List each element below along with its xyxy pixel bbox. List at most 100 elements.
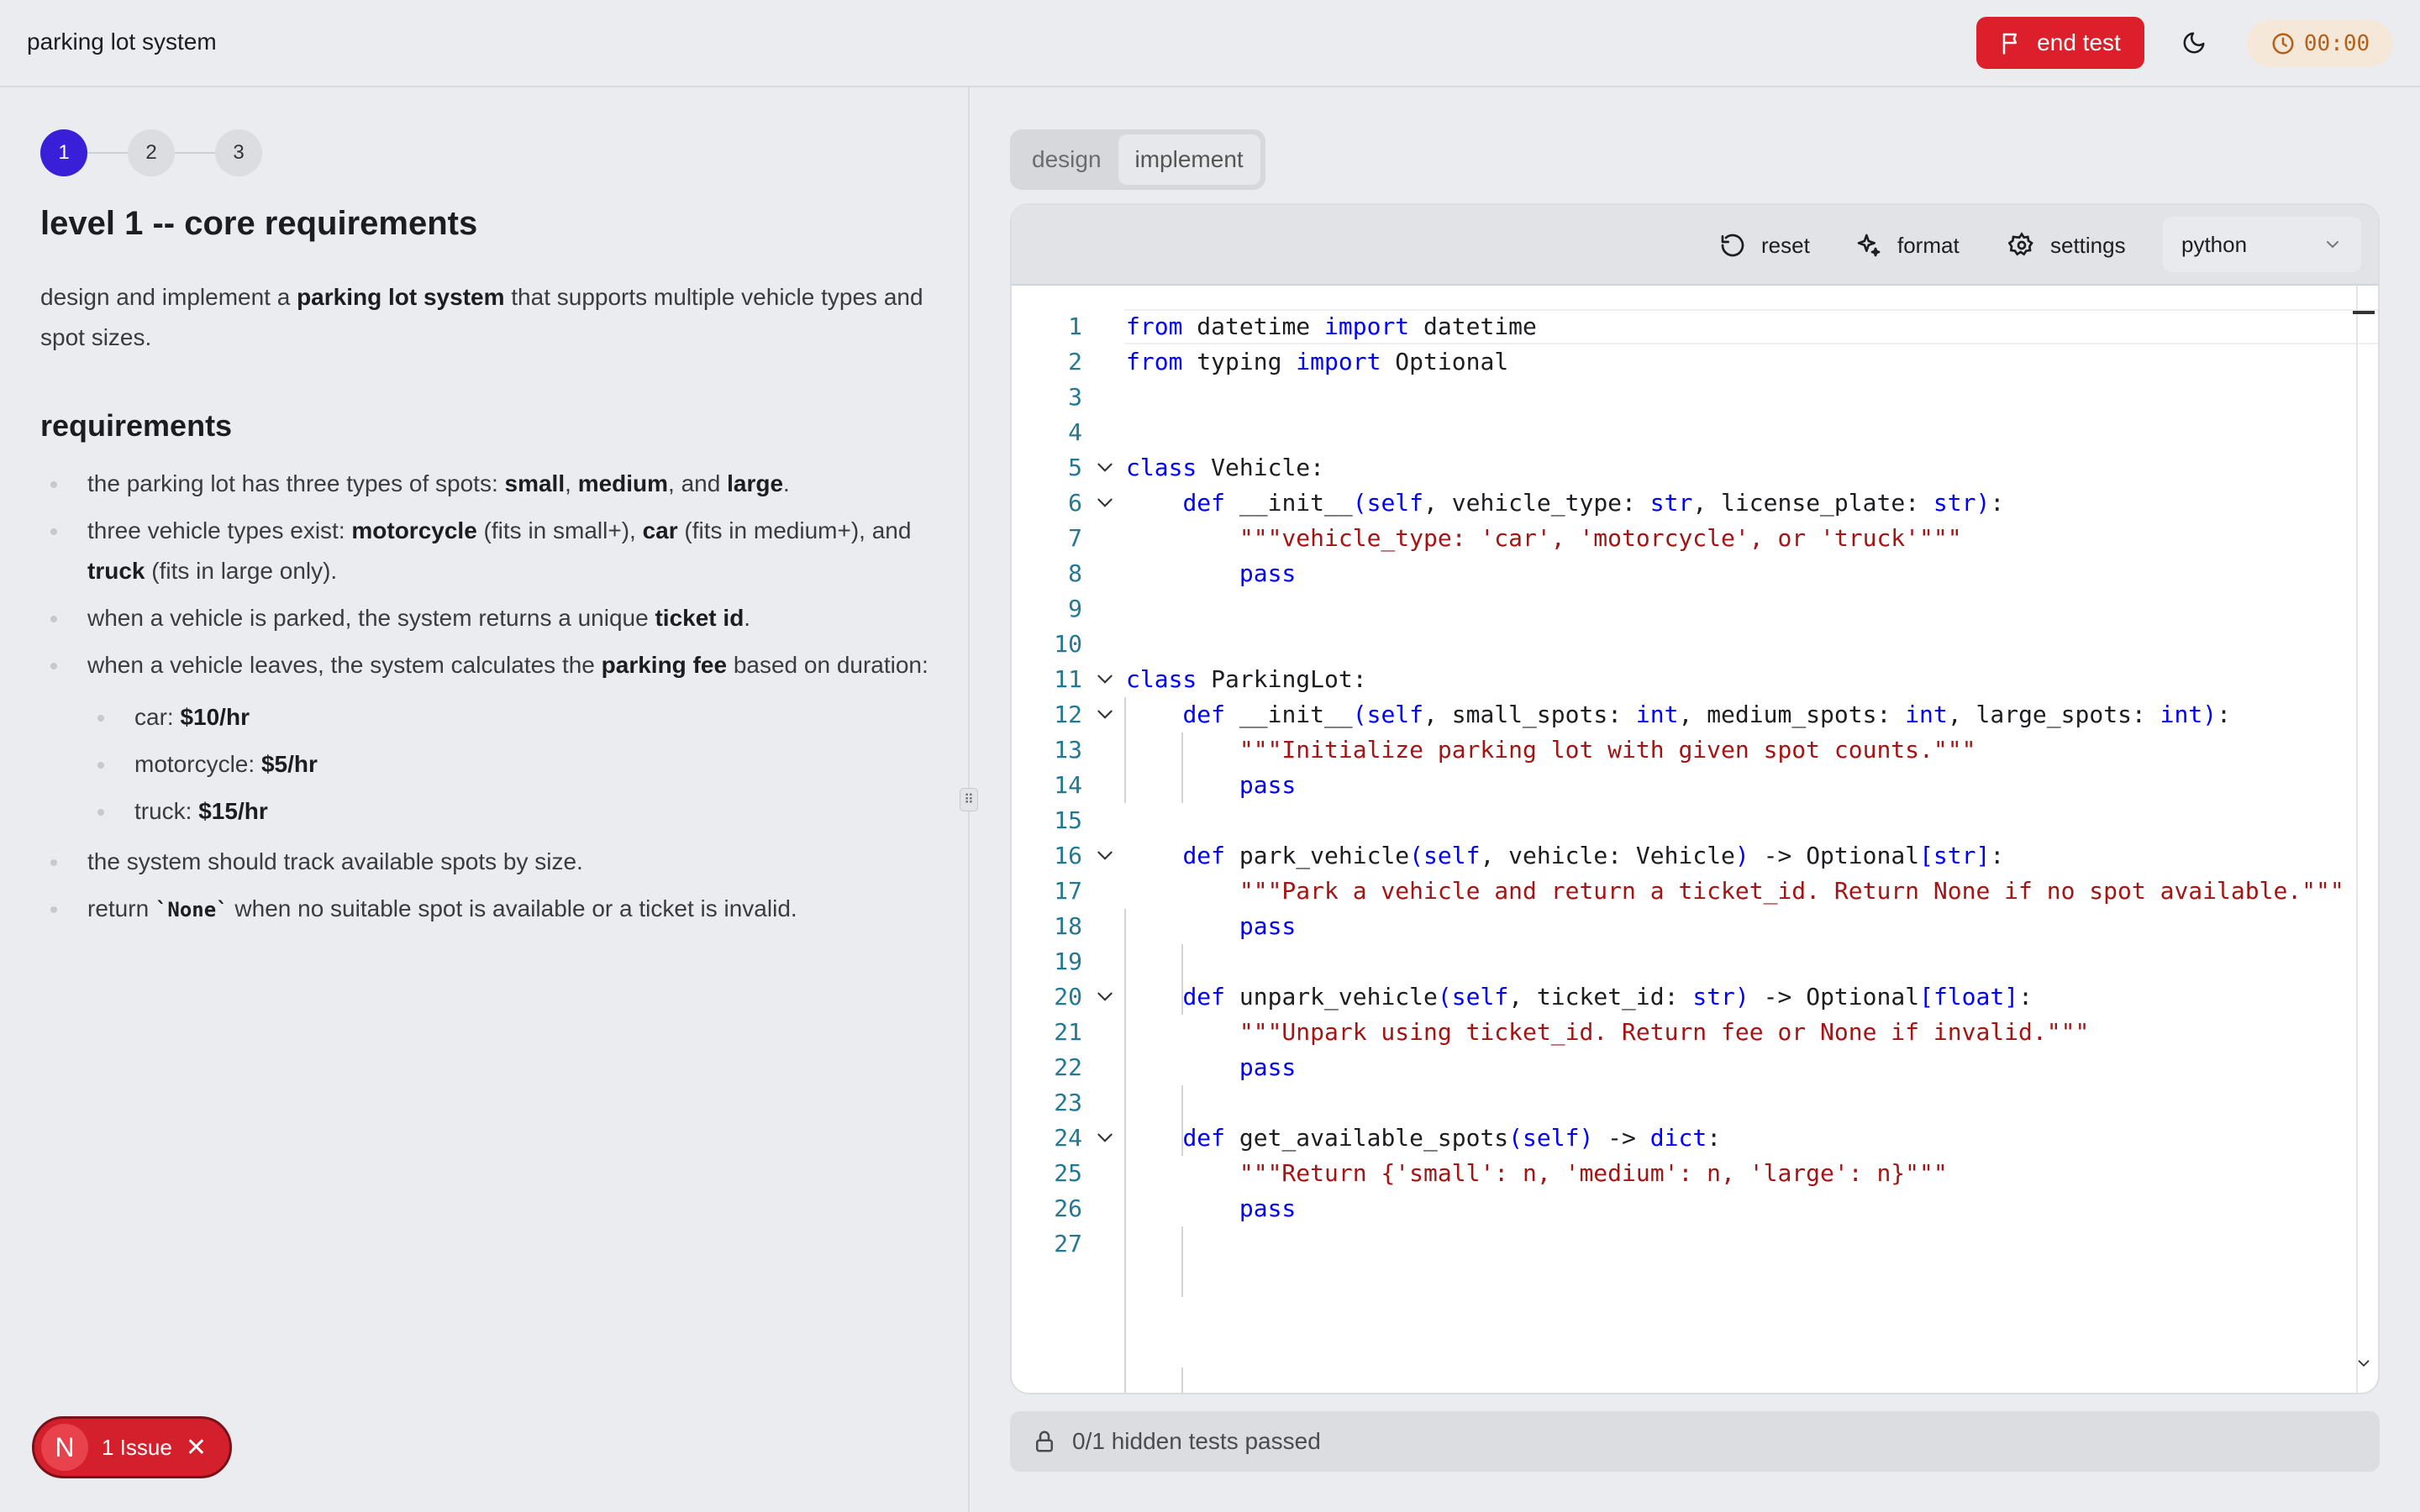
code-area[interactable]: 1 from datetime import datetime 2 from typi… [1012,309,2378,1262]
text: (fits in medium+), and [677,517,912,543]
step-2[interactable]: 2 [128,129,175,176]
code-line[interactable]: 13 """Initialize parking lot with given … [1012,732,2378,768]
line-number: 12 [1054,701,1082,728]
code-line[interactable]: 17 """Park a vehicle and return a ticket… [1012,874,2378,909]
issues-badge[interactable]: N 1 Issue ✕ [32,1416,232,1478]
indent-guide [1181,732,1183,803]
code-line[interactable]: 11 class ParkingLot: [1012,662,2378,697]
code-text: pass [1239,771,1297,799]
mode-tabs: design implement [1010,129,1265,190]
code-text: def __init__(self, vehicle_type: str, li… [1182,489,2005,517]
reset-icon [1721,234,1744,257]
code-text: """Return {'small': n, 'medium': n, 'lar… [1239,1159,1948,1187]
fold-chevron-icon[interactable] [1094,986,1116,1008]
fold-chevron-icon[interactable] [1094,669,1116,690]
chevron-down-icon [2327,241,2338,249]
text: small [504,470,566,496]
line-number: 16 [1054,842,1082,869]
code-line[interactable]: 9 [1012,591,2378,627]
text: , [565,470,578,496]
code-text: class Vehicle: [1126,454,1325,481]
line-number: 17 [1054,877,1082,905]
line-number: 18 [1054,912,1082,940]
text: when a vehicle is parked, the system ret… [87,605,655,631]
text: car [642,517,678,543]
code-line[interactable]: 21 """Unpark using ticket_id. Return fee… [1012,1015,2378,1050]
code-line[interactable]: 20 def unpark_vehicle(self, ticket_id: s… [1012,979,2378,1015]
code-text: pass [1239,559,1297,587]
code-line[interactable]: 27 [1012,1226,2378,1262]
scroll-down-icon[interactable] [2354,1354,2373,1373]
moon-icon [2183,32,2205,54]
requirement-item: when a vehicle is parked, the system ret… [40,598,931,638]
line-number: 25 [1054,1159,1082,1187]
reset-label: reset [1761,232,1810,258]
code-line[interactable]: 25 """Return {'small': n, 'medium': n, '… [1012,1156,2378,1191]
step-1[interactable]: 1 [40,129,87,176]
code-line[interactable]: 18 pass [1012,909,2378,944]
language-select[interactable]: python [2163,217,2361,272]
settings-button[interactable]: settings [2008,230,2126,260]
code-line[interactable]: 10 [1012,627,2378,662]
code-line[interactable]: 12 def __init__(self, small_spots: int, … [1012,697,2378,732]
code-text: def park_vehicle(self, vehicle: Vehicle)… [1182,842,2005,869]
inline-code: `None` [155,898,229,921]
code-line[interactable]: 19 [1012,944,2378,979]
line-number: 13 [1054,736,1082,764]
tab-design[interactable]: design [1015,134,1118,185]
code-line[interactable]: 15 [1012,803,2378,838]
line-number: 15 [1054,806,1082,834]
grip-icon: ⠿ [964,793,974,807]
code-line[interactable]: 24 def get_available_spots(self) -> dict… [1012,1121,2378,1156]
app-title: parking lot system [27,29,217,55]
code-text: """Unpark using ticket_id. Return fee or… [1239,1018,2090,1046]
line-number: 6 [1068,489,1082,517]
code-line[interactable]: 26 pass [1012,1191,2378,1226]
code-line[interactable]: 8 pass [1012,556,2378,591]
indent-guide [1124,697,1126,803]
resize-handle[interactable]: ⠿ [960,788,978,811]
flag-icon [2002,33,2018,55]
code-line[interactable]: 7 """vehicle_type: 'car', 'motorcycle', … [1012,521,2378,556]
reset-button[interactable]: reset [1719,230,1810,260]
fold-chevron-icon[interactable] [1094,1127,1116,1149]
indent-guide [1181,1085,1183,1156]
line-number: 8 [1068,559,1082,587]
code-text: class ParkingLot: [1126,665,1367,693]
code-line[interactable]: 1 from datetime import datetime [1012,309,2378,344]
timer-badge: 00:00 [2247,20,2393,67]
code-line[interactable]: 22 pass [1012,1050,2378,1085]
clock-icon [2272,33,2294,55]
code-line[interactable]: 23 [1012,1085,2378,1121]
fold-chevron-icon[interactable] [1094,492,1116,514]
close-icon[interactable]: ✕ [186,1433,207,1462]
code-line[interactable]: 14 pass [1012,768,2378,803]
fee-value: $5/hr [260,751,318,777]
code-line[interactable]: 3 [1012,380,2378,415]
format-button[interactable]: format [1855,230,1960,260]
theme-toggle-button[interactable] [2176,25,2212,60]
code-text: """vehicle_type: 'car', 'motorcycle', or… [1239,524,1962,552]
requirements-list: the parking lot has three types of spots… [40,464,931,937]
editor-scrollbar[interactable] [2356,286,2358,1393]
line-number: 1 [1068,312,1082,340]
tab-implement[interactable]: implement [1118,134,1260,185]
timer-value: 00:00 [2303,31,2370,56]
fee-label: car: [134,704,181,730]
fee-label: motorcycle: [134,751,261,777]
fold-chevron-icon[interactable] [1094,704,1116,726]
text: when no suitable spot is available or a … [228,895,797,921]
gear-icon [2008,232,2033,256]
code-line[interactable]: 2 from typing import Optional [1012,344,2378,380]
step-3[interactable]: 3 [215,129,262,176]
fold-chevron-icon[interactable] [1094,845,1116,867]
fold-chevron-icon[interactable] [1094,457,1116,479]
code-line[interactable]: 5 class Vehicle: [1012,450,2378,486]
code-line[interactable]: 16 def park_vehicle(self, vehicle: Vehic… [1012,838,2378,874]
code-line[interactable]: 6 def __init__(self, vehicle_type: str, … [1012,486,2378,521]
line-number: 5 [1068,454,1082,481]
scrollbar-cursor-marker [2353,311,2375,314]
code-line[interactable]: 4 [1012,415,2378,450]
end-test-button[interactable]: end test [1976,17,2144,69]
line-number: 9 [1068,595,1082,622]
